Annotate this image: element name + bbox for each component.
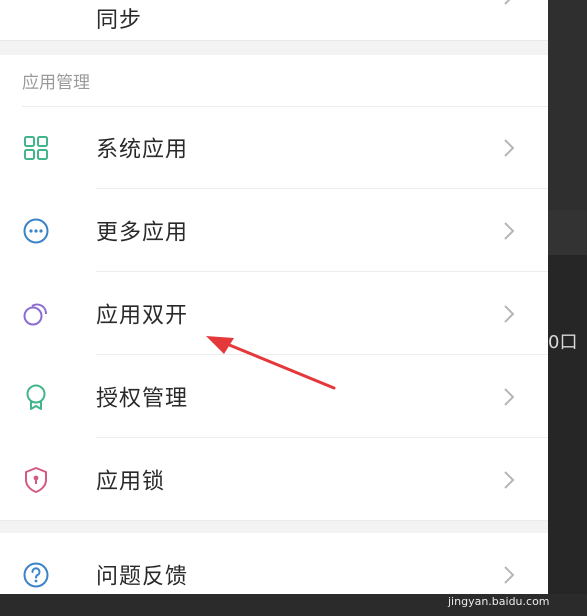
feedback-label: 问题反馈 [96,563,189,589]
sync-icon [22,0,50,8]
section-gap [0,40,548,55]
shield-lock-icon [25,466,47,493]
watermark-logo: Bai du 经验 jingyan.baidu.com [448,534,568,608]
dual-apps-item[interactable]: 应用双开 [0,272,548,355]
section-gap [0,520,548,533]
system-apps-item[interactable]: 系统应用 [0,106,548,189]
background-dimmed-panel [548,0,587,594]
more-apps-label: 更多应用 [96,219,189,245]
side-text-fragment: 0口 [548,332,578,353]
settings-panel: 同步 应用管理 系统应用 更多应用 应用双开 授权管理 应用锁 问题反馈 [0,0,548,594]
more-circle-icon [23,218,49,243]
app-lock-label: 应用锁 [96,468,166,494]
chevron-right-icon [504,0,511,5]
sync-item[interactable]: 同步 [0,0,548,42]
dual-apps-label: 应用双开 [96,302,189,328]
chevron-right-icon [504,138,515,157]
more-apps-item[interactable]: 更多应用 [0,189,548,272]
chevron-right-icon [504,387,515,406]
authorization-item[interactable]: 授权管理 [0,355,548,438]
chevron-right-icon [504,304,515,323]
chevron-right-icon [504,221,515,240]
grid-icon [24,135,48,160]
authorization-label: 授权管理 [96,385,189,411]
app-lock-item[interactable]: 应用锁 [0,438,548,521]
question-circle-icon [23,562,49,587]
dual-circle-icon [23,302,47,325]
watermark-brand: Bai du 经验 [448,534,540,596]
chevron-right-icon [504,470,515,489]
section-title: 应用管理 [22,73,90,93]
sync-label: 同步 [96,8,143,33]
badge-icon [26,384,46,410]
system-apps-label: 系统应用 [96,136,189,162]
watermark-url: jingyan.baidu.com [448,595,550,608]
